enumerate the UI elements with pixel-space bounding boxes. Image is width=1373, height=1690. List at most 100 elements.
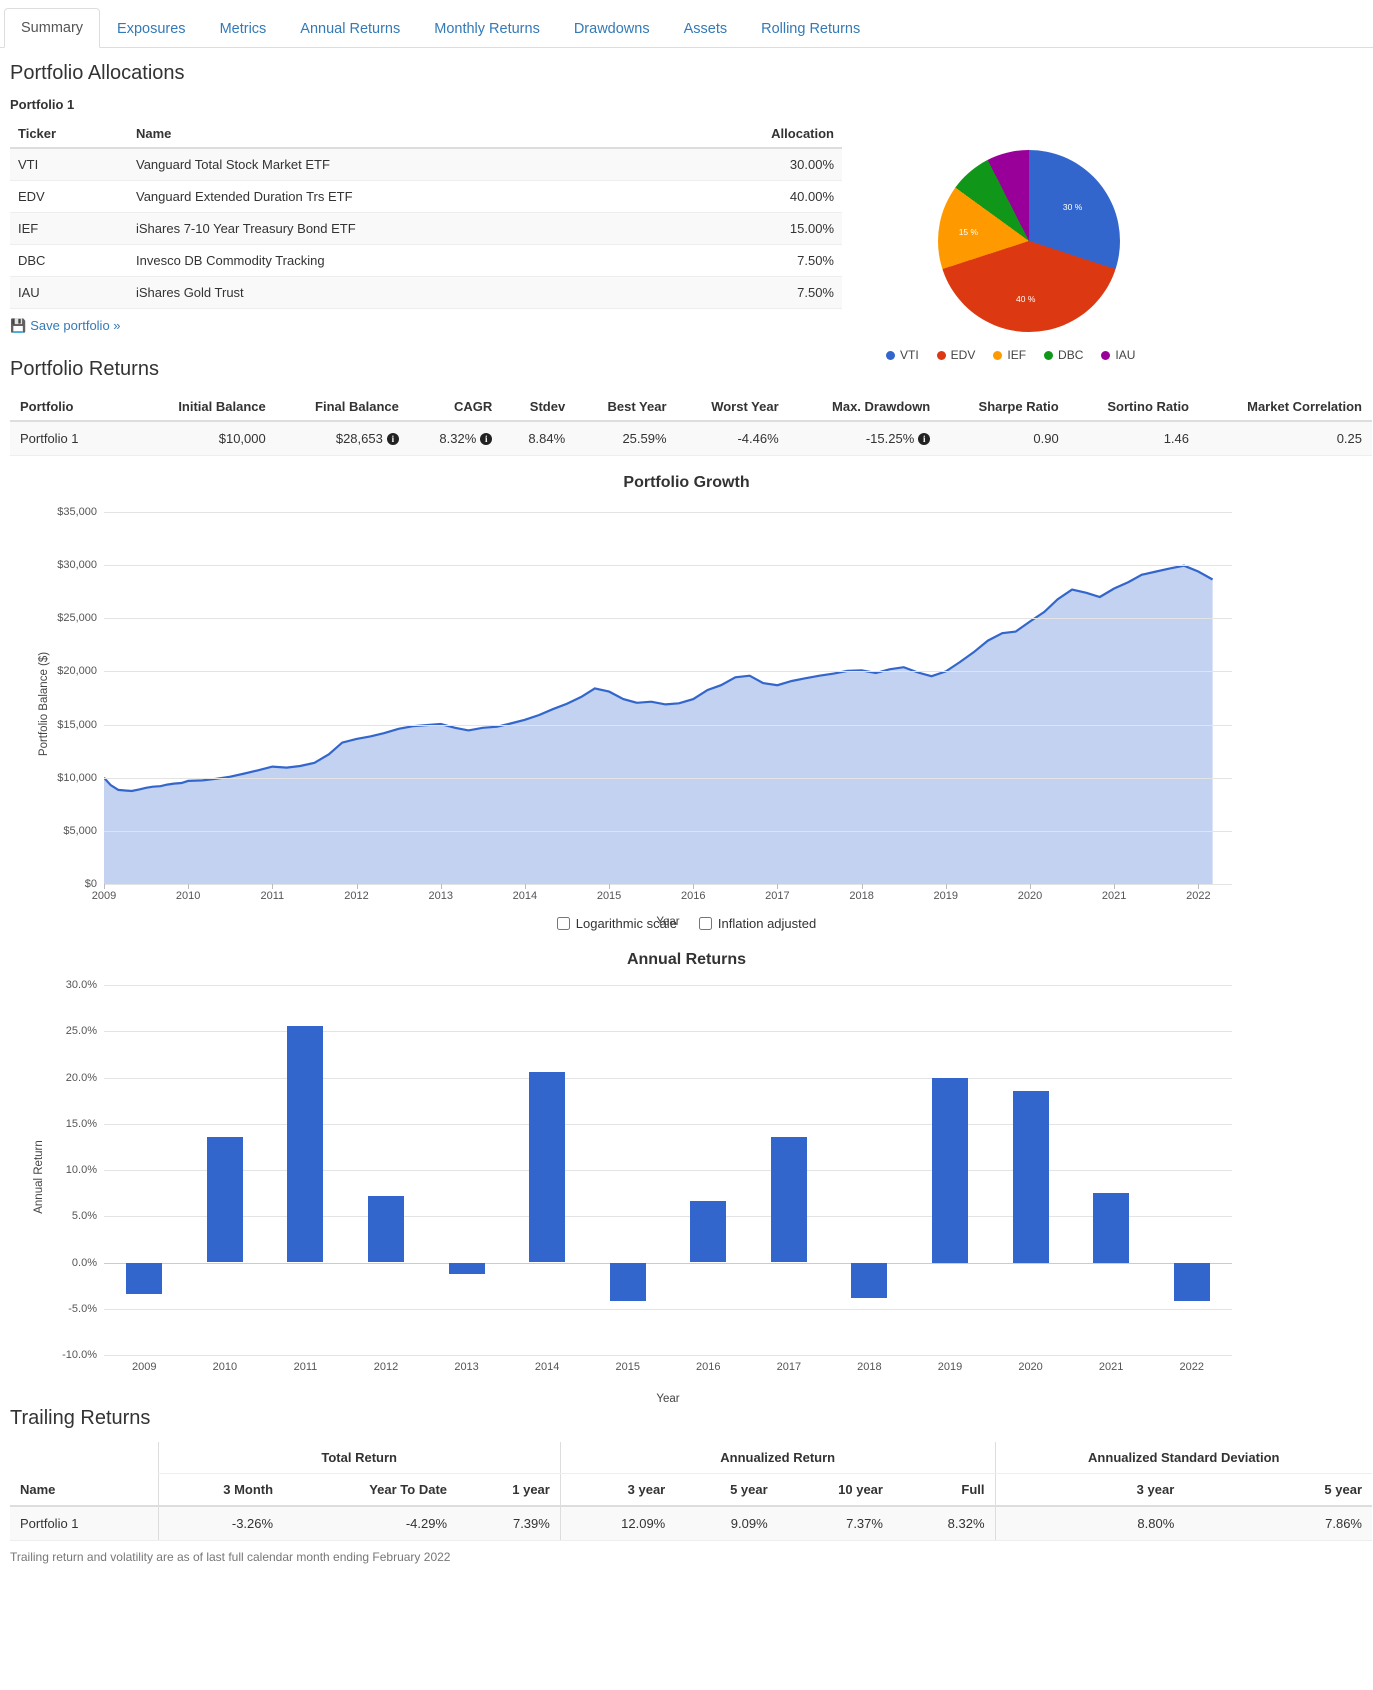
x-axis-tick: 2020 [1017, 890, 1043, 902]
save-portfolio-link[interactable]: 💾 Save portfolio » [10, 318, 121, 334]
legend-item-dbc[interactable]: DBC [1044, 348, 1083, 362]
info-icon[interactable]: i [480, 433, 493, 445]
x-axis-tick: 2012 [344, 890, 369, 902]
cell-full: 8.32% [892, 1506, 996, 1541]
bar-2011[interactable] [287, 1025, 324, 1263]
tab-annual-returns[interactable]: Annual Returns [283, 9, 417, 48]
bar-2015[interactable] [609, 1262, 646, 1302]
bar-2014[interactable] [529, 1071, 566, 1263]
bar-2019[interactable] [931, 1077, 969, 1263]
table-row: IEF iShares 7-10 Year Treasury Bond ETF … [10, 212, 842, 245]
x-axis-tick: 2010 [175, 890, 201, 902]
bar-2016[interactable] [690, 1201, 727, 1263]
y-axis-tick: $25,000 [57, 612, 97, 625]
legend-item-ief[interactable]: IEF [993, 348, 1026, 362]
legend-dot-vti [886, 350, 895, 360]
info-icon[interactable]: i [386, 433, 399, 445]
tab-summary[interactable]: Summary [4, 7, 101, 48]
bar-2022[interactable] [1173, 1262, 1210, 1302]
x-axis-tick-mark [356, 884, 358, 889]
x-axis-tick-mark [945, 884, 947, 889]
legend-item-iau[interactable]: IAU [1101, 348, 1135, 362]
cell-10-year: 7.37% [777, 1506, 893, 1541]
tab-drawdowns[interactable]: Drawdowns [557, 9, 667, 48]
legend-label-edv: EDV [950, 348, 976, 362]
cell-market-correlation: 0.25 [1199, 421, 1372, 456]
cell-ticker: EDV [10, 180, 128, 213]
x-axis-tick-mark [861, 884, 863, 889]
col-1-year: 1 year [457, 1473, 561, 1507]
tab-rolling-returns[interactable]: Rolling Returns [744, 9, 877, 48]
bar-2021[interactable] [1093, 1193, 1130, 1263]
bar-2013[interactable] [448, 1262, 485, 1274]
legend-dot-edv [936, 350, 946, 360]
y-axis-tick: $10,000 [57, 771, 97, 784]
cell-allocation: 15.00% [692, 212, 842, 245]
pie-slice-label-vti: 30 % [1062, 201, 1083, 212]
x-axis-tick-mark [1114, 884, 1116, 889]
y-axis-tick: 30.0% [65, 979, 97, 991]
info-icon[interactable]: i [918, 433, 931, 445]
legend-label-dbc: DBC [1058, 348, 1084, 362]
group-total-return: Total Return [157, 1442, 561, 1474]
gridline [104, 512, 1232, 513]
allocation-pie-chart: 30 % 40 % 15 % VTI EDV IEF DBC IAU [880, 150, 1350, 390]
x-axis-tick-mark [1029, 884, 1031, 889]
trailing-returns-footnote: Trailing return and volatility are as of… [10, 1550, 451, 1564]
cell-portfolio: Portfolio 1 [10, 421, 138, 456]
bar-2018[interactable] [851, 1262, 888, 1298]
annual-returns-plot: -10.0% -5.0% 0.0% 5.0% 10.0% 15.0% 20.0% 25.0% 3… [62, 979, 1232, 1373]
bar-2020[interactable] [1012, 1091, 1049, 1263]
tab-metrics[interactable]: Metrics [203, 9, 284, 48]
cell-name: Portfolio 1 [10, 1506, 158, 1541]
col-max-drawdown: Max. Drawdown [788, 393, 941, 422]
x-axis-tick-mark [272, 884, 274, 889]
col-best-year: Best Year [575, 393, 677, 422]
save-portfolio-label: Save portfolio » [30, 318, 121, 333]
y-axis-tick: $0 [84, 878, 97, 890]
tab-exposures[interactable]: Exposures [100, 9, 203, 48]
y-axis-tick: $20,000 [57, 665, 97, 678]
col-cagr: CAGR [408, 393, 503, 422]
allocation-table: Ticker Name Allocation VTI Vanguard Tota… [10, 120, 842, 309]
pie-slice-label-edv: 40 % [1016, 294, 1036, 304]
tab-monthly-returns[interactable]: Monthly Returns [417, 9, 557, 48]
gridline [104, 565, 1232, 567]
col-stdev: Stdev [502, 393, 576, 422]
gridline [104, 1123, 1232, 1125]
col-allocation: Allocation [692, 120, 842, 149]
cell-3-year: 12.09% [559, 1506, 676, 1541]
bar-2012[interactable] [367, 1195, 405, 1263]
gridline [104, 1308, 1232, 1310]
y-axis-tick: 15.0% [65, 1117, 97, 1130]
bar-2017[interactable] [770, 1136, 807, 1263]
x-axis-tick-mark [524, 884, 526, 889]
pie-graphic: 30 % 40 % 15 % [938, 150, 1120, 332]
save-icon: 💾 [10, 318, 27, 333]
gridline [104, 1262, 1232, 1264]
x-axis-tick: 2019 [933, 890, 959, 902]
cell-ticker: VTI [10, 148, 128, 181]
growth-y-axis-title: Portfolio Balance ($) [38, 651, 51, 757]
table-header-row: Name 3 Month Year To Date 1 year 3 year … [10, 1473, 1372, 1507]
x-axis-tick-mark [188, 884, 190, 889]
x-axis-tick: 2018 [857, 1361, 882, 1373]
annual-returns-title: Annual Returns [626, 951, 747, 968]
x-axis-tick: 2009 [132, 1361, 157, 1373]
gridline [104, 1077, 1232, 1079]
bar-2009[interactable] [126, 1262, 163, 1294]
x-axis-tick: 2014 [512, 890, 538, 902]
x-axis-tick: 2019 [937, 1361, 963, 1373]
legend-item-vti[interactable]: VTI [886, 348, 919, 362]
col-sd-3-year: 3 year [994, 1473, 1185, 1507]
x-axis-tick: 2017 [776, 1361, 802, 1373]
bar-2010[interactable] [206, 1136, 243, 1263]
cell-allocation: 40.00% [692, 180, 842, 213]
pie-slice-label-ief: 15 % [958, 226, 979, 237]
cell-max-drawdown: -15.25% i [788, 421, 941, 456]
final-balance-value: $28,653 [335, 431, 383, 446]
table-header-row: Ticker Name Allocation [10, 120, 842, 149]
gridline [104, 671, 1232, 673]
tab-assets[interactable]: Assets [667, 9, 745, 48]
legend-item-edv[interactable]: EDV [936, 348, 976, 362]
